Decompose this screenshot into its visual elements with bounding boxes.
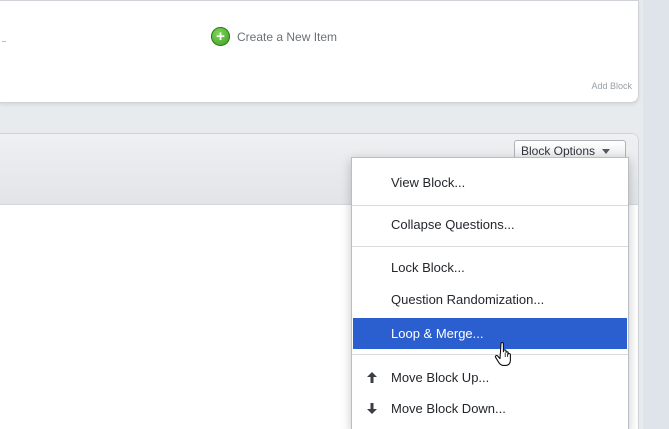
survey-editor-page: + Create a New Item Add Block Block Opti… — [0, 0, 669, 429]
menu-item-loop-and-merge[interactable]: Loop & Merge... — [353, 318, 627, 349]
question-block-card: + Create a New Item Add Block — [0, 0, 639, 103]
menu-item-label: View Block... — [391, 174, 466, 190]
menu-item-label: Lock Block... — [391, 259, 465, 275]
menu-item-move-block-up[interactable]: Move Block Up... — [352, 363, 628, 391]
add-block-link[interactable]: Add Block — [591, 81, 632, 91]
menu-item-move-block-down[interactable]: Move Block Down... — [352, 394, 628, 422]
block-options-menu: View Block... Collapse Questions... Lock… — [351, 157, 629, 429]
create-new-item-label: Create a New Item — [237, 29, 338, 44]
menu-item-collapse-questions[interactable]: Collapse Questions... — [352, 210, 628, 238]
menu-item-label: Collapse Questions... — [391, 216, 515, 232]
menu-divider — [352, 246, 628, 247]
menu-item-label: Loop & Merge... — [391, 326, 484, 341]
block-options-label: Block Options — [521, 144, 596, 158]
menu-item-label: Move Block Up... — [391, 369, 490, 385]
menu-item-label: Question Randomization... — [391, 291, 545, 307]
hand-pointer-cursor-icon — [494, 342, 511, 366]
menu-item-label: Move Block Down... — [391, 400, 506, 416]
arrow-up-icon — [367, 372, 377, 383]
menu-divider — [352, 205, 628, 206]
create-new-item-button[interactable]: + Create a New Item — [211, 27, 337, 46]
menu-item-lock-block[interactable]: Lock Block... — [352, 253, 628, 281]
plus-circle-icon: + — [211, 27, 230, 46]
menu-item-question-randomization[interactable]: Question Randomization... — [352, 285, 628, 313]
arrow-down-icon — [367, 403, 377, 414]
caret-down-icon — [602, 148, 611, 154]
right-scroll-gutter — [643, 0, 669, 429]
menu-item-view-block[interactable]: View Block... — [352, 168, 628, 196]
left-edge-mark — [2, 41, 6, 42]
menu-divider — [352, 354, 628, 355]
